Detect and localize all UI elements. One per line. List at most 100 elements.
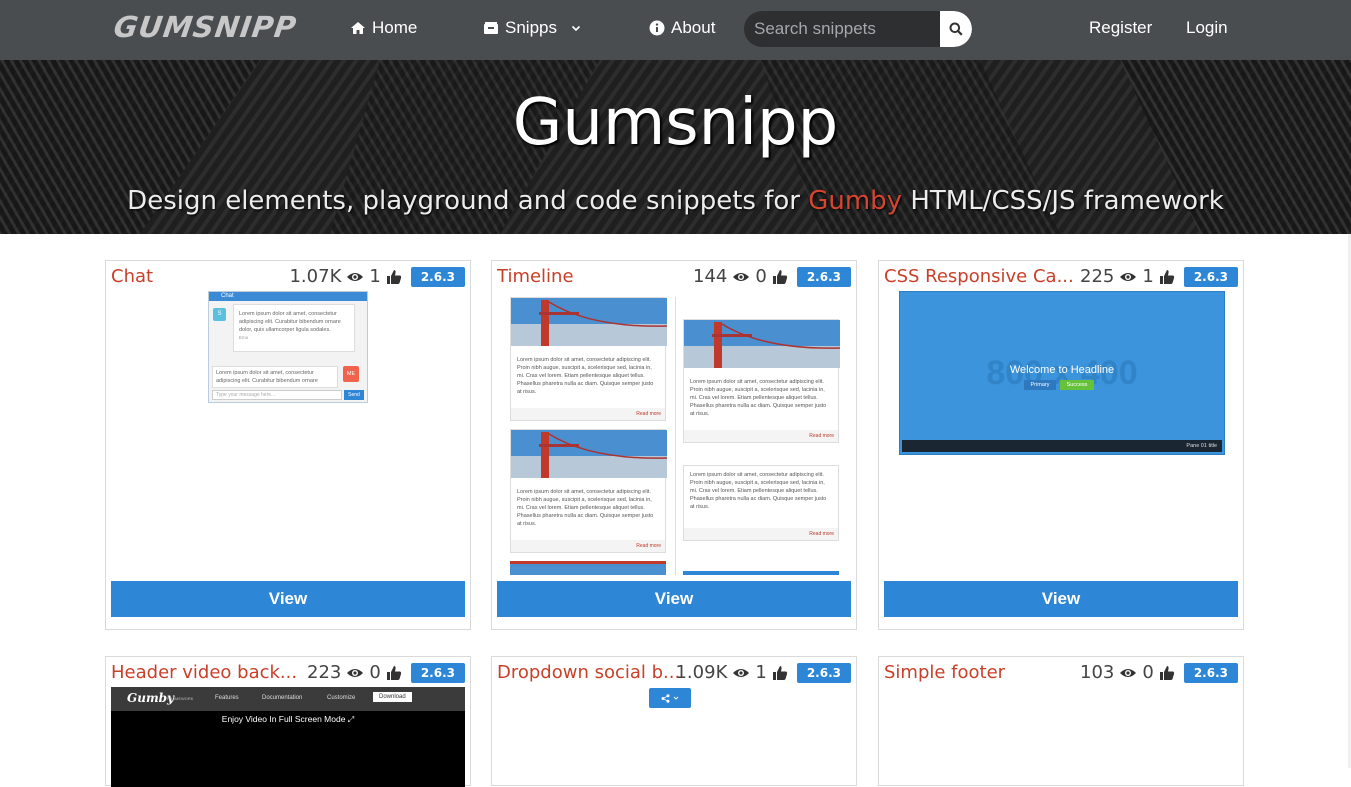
card-title[interactable]: Header video back... — [111, 662, 297, 683]
chat-message: Lorem ipsum dolor sit amet, consectetur … — [233, 304, 355, 352]
share-dropdown-preview[interactable] — [649, 688, 691, 708]
nav-home[interactable]: Home — [350, 18, 417, 38]
video-header-preview[interactable]: Gumby FRAMEWORK Features Documentation C… — [111, 687, 465, 787]
snippet-card-header-video-background: Header video back... 223 0 2.6.3 Gumby F… — [105, 656, 471, 787]
timeline-item: Lorem ipsum dolor sit amet, consectetur … — [510, 297, 668, 421]
register-link[interactable]: Register — [1089, 18, 1152, 38]
thumbs-up-icon[interactable] — [772, 269, 788, 285]
version-badge: 2.6.3 — [1183, 662, 1238, 683]
card-header: Header video back... 223 0 2.6.3 — [111, 662, 465, 684]
hero-subtitle-text: Design elements, playground and code sni… — [127, 186, 809, 216]
carousel-preview[interactable]: 800 x 400 Welcome to Headline Primary Su… — [899, 291, 1225, 455]
search-box — [744, 11, 972, 47]
nav-home-label: Home — [372, 18, 418, 37]
card-title[interactable]: CSS Responsive Ca... — [884, 266, 1074, 287]
search-icon — [949, 22, 963, 36]
thumbs-up-icon[interactable] — [386, 665, 402, 681]
like-count: 1 — [755, 662, 767, 683]
video-preview-caption-text: Enjoy Video In Full Screen Mode — [221, 714, 346, 724]
eye-icon — [733, 668, 750, 677]
snippet-card-css-responsive-carousel: CSS Responsive Ca... 225 1 2.6.3 800 x 4… — [878, 260, 1244, 630]
timeline-text: Lorem ipsum dolor sit amet, consectetur … — [517, 489, 654, 527]
snippet-card-simple-footer: Simple footer 103 0 2.6.3 — [878, 656, 1244, 786]
view-count: 103 — [1080, 662, 1115, 683]
card-title[interactable]: Timeline — [497, 266, 574, 287]
eye-icon — [347, 668, 364, 677]
card-header: Chat 1.07K 1 2.6.3 — [111, 266, 465, 288]
like-count: 1 — [369, 266, 381, 287]
info-icon — [649, 20, 665, 36]
card-header: CSS Responsive Ca... 225 1 2.6.3 — [884, 266, 1238, 288]
video-preview-caption: Enjoy Video In Full Screen Mode ⤢ — [111, 714, 465, 725]
timeline-text: Lorem ipsum dolor sit amet, consectetur … — [690, 472, 827, 510]
like-count: 0 — [369, 662, 381, 683]
video-preview-brand-sub: FRAMEWORK — [167, 696, 194, 701]
chat-preview-header: Chat — [209, 292, 367, 301]
site-logo[interactable]: GUMSNIPP — [112, 10, 299, 44]
timeline-text: Lorem ipsum dolor sit amet, consectetur … — [690, 379, 827, 417]
chat-avatar: S — [213, 308, 226, 321]
timeline-item: Lorem ipsum dolor sit amet, consectetur … — [510, 429, 668, 553]
chat-preview-send: Send — [344, 390, 364, 400]
chat-message-2: Lorem ipsum dolor sit amet, consectetur … — [212, 366, 338, 388]
view-count: 223 — [307, 662, 342, 683]
card-stats: 1.07K 1 2.6.3 — [289, 266, 465, 287]
timeline-read-more: Read more — [684, 430, 838, 442]
nav-snipps-label: Snipps — [505, 18, 557, 37]
login-label: Login — [1186, 18, 1228, 37]
hero-subtitle-text-end: HTML/CSS/JS framework — [902, 186, 1224, 216]
carousel-pane-title: Pane 01 title — [902, 440, 1222, 452]
card-title[interactable]: Dropdown social b... — [497, 662, 680, 683]
snippet-card-dropdown-social-buttons: Dropdown social b... 1.09K 1 2.6.3 — [491, 656, 857, 786]
eye-icon — [1120, 272, 1137, 281]
chevron-down-icon — [571, 25, 581, 32]
hero-banner: Gumsnipp Design elements, playground and… — [0, 60, 1351, 234]
gumby-link[interactable]: Gumby — [808, 186, 902, 216]
hero-subtitle: Design elements, playground and code sni… — [0, 186, 1351, 216]
eye-icon — [733, 272, 750, 281]
timeline-read-more: Read more — [511, 408, 665, 420]
timeline-preview[interactable]: Lorem ipsum dolor sit amet, consectetur … — [510, 297, 840, 575]
like-count: 1 — [1142, 266, 1154, 287]
card-header: Timeline 144 0 2.6.3 — [497, 266, 851, 288]
thumbs-up-icon[interactable] — [772, 665, 788, 681]
timeline-item: Lorem ipsum dolor sit amet, consectetur … — [683, 319, 840, 443]
view-button[interactable]: View — [884, 581, 1238, 617]
thumbs-up-icon[interactable] — [1159, 665, 1175, 681]
card-header: Dropdown social b... 1.09K 1 2.6.3 — [497, 662, 851, 684]
carousel-success-button: Success — [1060, 380, 1094, 390]
view-button[interactable]: View — [497, 581, 851, 617]
video-preview-navbar: Gumby FRAMEWORK Features Documentation C… — [111, 687, 465, 711]
view-count: 225 — [1080, 266, 1115, 287]
view-count: 1.09K — [675, 662, 728, 683]
timeline-item: Lorem ipsum dolor sit amet, consectetur … — [683, 465, 839, 541]
box-icon — [484, 22, 498, 34]
video-preview-link: Features — [215, 695, 239, 701]
expand-icon: ⤢ — [347, 715, 355, 724]
login-link[interactable]: Login — [1186, 18, 1228, 38]
view-button[interactable]: View — [111, 581, 465, 617]
video-preview-link: Customize — [327, 695, 356, 701]
thumbs-up-icon[interactable] — [386, 269, 402, 285]
card-title[interactable]: Simple footer — [884, 662, 1005, 683]
chat-preview-input: Type your message here... — [212, 390, 342, 400]
timeline-line — [675, 297, 676, 575]
thumbs-up-icon[interactable] — [1159, 269, 1175, 285]
video-preview-download: Download — [373, 692, 412, 702]
search-input[interactable] — [744, 11, 940, 47]
register-label: Register — [1089, 18, 1153, 37]
timeline-item-partial — [683, 571, 839, 575]
nav-about[interactable]: About — [649, 18, 715, 38]
version-badge: 2.6.3 — [410, 266, 465, 287]
chat-preview[interactable]: Chat S Lorem ipsum dolor sit amet, conse… — [208, 291, 368, 403]
chevron-down-icon — [673, 696, 679, 700]
carousel-headline: Welcome to Headline — [1009, 364, 1115, 376]
bridge-image — [511, 430, 668, 478]
version-badge: 2.6.3 — [796, 266, 851, 287]
like-count: 0 — [755, 266, 767, 287]
card-title[interactable]: Chat — [111, 266, 153, 287]
chat-me-avatar: ME — [343, 366, 359, 382]
nav-snipps-dropdown[interactable]: Snipps — [483, 18, 581, 38]
search-button[interactable] — [940, 11, 972, 47]
snippet-card-timeline: Timeline 144 0 2.6.3 Lorem ipsum dolor s… — [491, 260, 857, 630]
